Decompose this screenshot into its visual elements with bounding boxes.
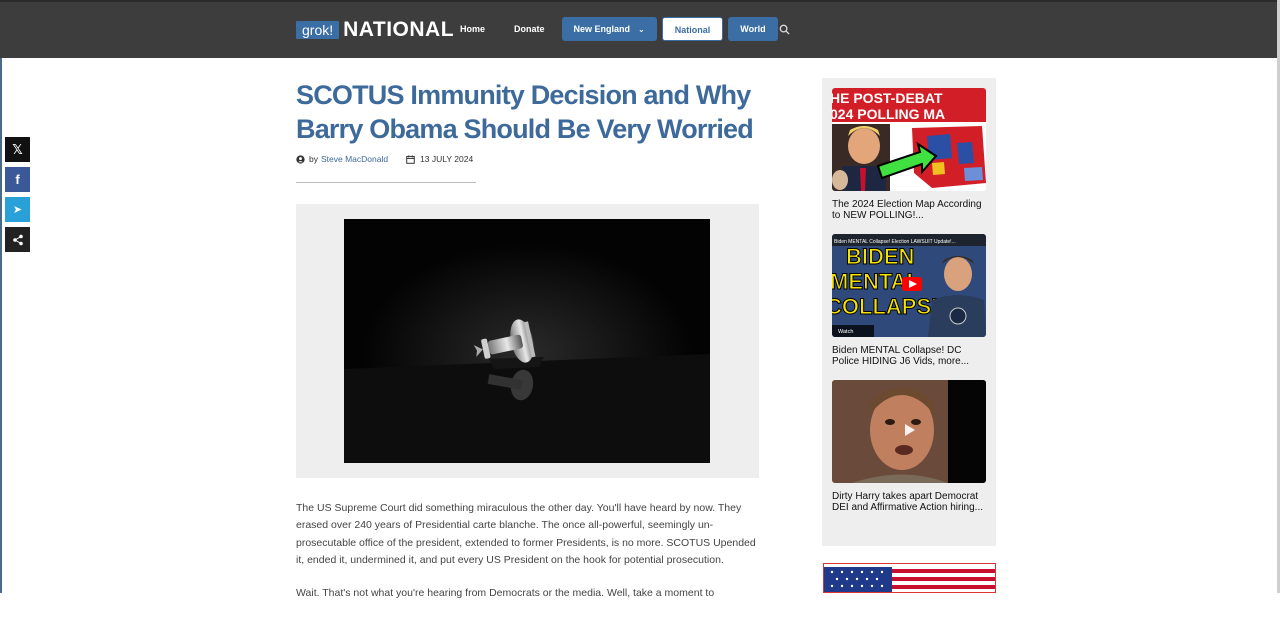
calendar-icon — [406, 154, 415, 164]
american-flag-image — [824, 564, 995, 592]
video-card-title[interactable]: Dirty Harry takes apart Democrat DEI and… — [832, 491, 986, 513]
election-map-thumbnail: HE POST-DEBAT 024 POLLING MA — [832, 88, 986, 191]
main-nav: Home Donate New England ⌄ National World — [448, 17, 783, 41]
article-meta: by Steve MacDonald 13 JULY 2024 — [296, 154, 473, 164]
author-link[interactable]: Steve MacDonald — [321, 154, 388, 164]
window-edge-left — [0, 58, 2, 593]
video-card[interactable]: HE POST-DEBAT 024 POLLING MA The 2024 El… — [832, 88, 986, 221]
chevron-down-icon: ⌄ — [638, 25, 645, 34]
nav-donate[interactable]: Donate — [502, 17, 557, 41]
biden-collapse-thumbnail: Biden MENTAL Collapse! Election LAWSUIT … — [832, 234, 986, 337]
share-more-button[interactable] — [5, 227, 30, 252]
video-thumbnail[interactable] — [832, 380, 986, 483]
fallen-chess-king-image — [344, 219, 710, 463]
nav-national-label: National — [674, 25, 711, 35]
thumb-headline-2: 024 POLLING MA — [832, 106, 945, 122]
share-facebook-button[interactable]: f — [5, 167, 30, 192]
nav-national[interactable]: National — [661, 17, 724, 41]
share-x-button[interactable]: 𝕏 — [5, 137, 30, 162]
nav-donate-label: Donate — [514, 24, 545, 34]
play-icon[interactable] — [901, 422, 917, 438]
american-flag-banner[interactable] — [823, 563, 996, 593]
share-telegram-button[interactable]: ➤ — [5, 197, 30, 222]
logo-wordmark: NATIONAL — [343, 18, 455, 41]
article-paragraph: The US Supreme Court did something mirac… — [296, 502, 756, 566]
sidebar-video-widget: HE POST-DEBAT 024 POLLING MA The 2024 El… — [822, 78, 996, 546]
nav-new-england-label: New England — [573, 24, 631, 34]
article-title: SCOTUS Immunity Decision and Why Barry O… — [296, 80, 754, 144]
facebook-icon: f — [15, 172, 20, 187]
thumb-watch-label: Watch — [838, 329, 853, 335]
nav-home-label: Home — [460, 24, 486, 34]
by-label: by — [309, 154, 318, 164]
site-logo[interactable]: grok! NATIONAL — [296, 18, 455, 41]
article-paragraph: Wait. That's not what you're hearing fro… — [296, 587, 715, 600]
featured-image — [344, 219, 710, 463]
search-icon[interactable] — [779, 24, 790, 35]
featured-image-frame — [296, 204, 759, 478]
share-icon — [12, 234, 23, 245]
meta-divider — [296, 182, 476, 183]
thumb-headline-1: HE POST-DEBAT — [832, 90, 943, 106]
user-icon — [296, 154, 305, 164]
thumb-headline-1: BIDEN — [846, 244, 914, 269]
nav-new-england[interactable]: New England ⌄ — [561, 17, 657, 41]
nav-world[interactable]: World — [728, 17, 778, 41]
x-icon: 𝕏 — [12, 141, 23, 157]
video-card[interactable]: Biden MENTAL Collapse! Election LAWSUIT … — [832, 234, 986, 367]
telegram-icon: ➤ — [12, 204, 23, 216]
nav-world-label: World — [740, 24, 766, 34]
article-body: The US Supreme Court did something mirac… — [296, 500, 762, 618]
video-card-title[interactable]: Biden MENTAL Collapse! DC Police HIDING … — [832, 345, 986, 367]
video-thumbnail[interactable]: HE POST-DEBAT 024 POLLING MA — [832, 88, 986, 191]
publish-date: 13 JULY 2024 — [420, 154, 474, 164]
logo-badge: grok! — [296, 21, 340, 39]
video-thumbnail[interactable]: Biden MENTAL Collapse! Election LAWSUIT … — [832, 234, 986, 337]
video-card[interactable]: Dirty Harry takes apart Democrat DEI and… — [832, 380, 986, 513]
nav-home[interactable]: Home — [448, 17, 497, 41]
video-card-title[interactable]: The 2024 Election Map According to NEW P… — [832, 199, 986, 221]
